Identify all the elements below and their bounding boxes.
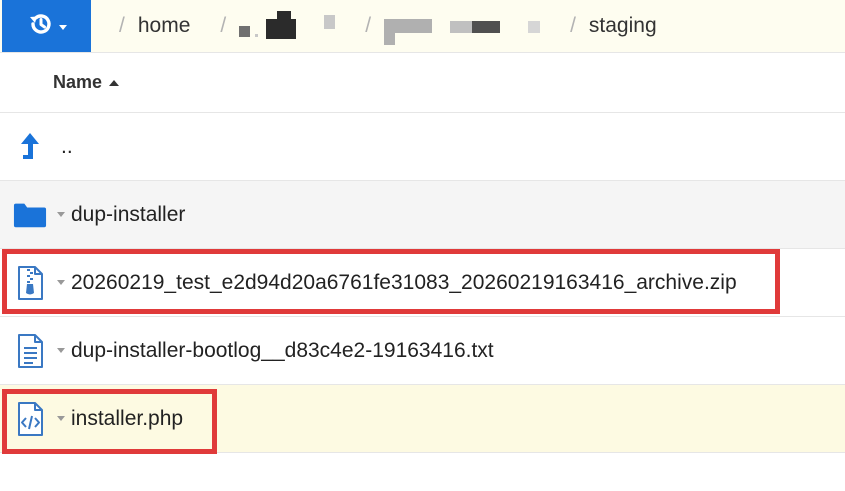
history-menu-button[interactable] bbox=[2, 0, 91, 52]
breadcrumb: / home / / / staging bbox=[91, 0, 657, 52]
breadcrumb-item-staging[interactable]: staging bbox=[589, 14, 657, 38]
list-item-folder[interactable]: dup-installer bbox=[0, 181, 845, 249]
list-item-zip-file[interactable]: 20260219_test_e2d94d20a6761fe31083_20260… bbox=[0, 249, 845, 317]
column-header-name[interactable]: Name bbox=[53, 72, 120, 93]
chevron-down-icon[interactable] bbox=[57, 416, 65, 421]
file-name: .. bbox=[61, 134, 73, 158]
breadcrumb-item-redacted[interactable] bbox=[384, 11, 541, 45]
chevron-down-icon[interactable] bbox=[57, 280, 65, 285]
breadcrumb-bar: / home / / / staging bbox=[0, 0, 845, 53]
breadcrumb-separator: / bbox=[220, 14, 227, 37]
breadcrumb-separator: / bbox=[365, 14, 372, 37]
history-icon bbox=[27, 10, 55, 43]
table-header: Name bbox=[0, 53, 845, 113]
code-file-icon bbox=[13, 401, 47, 436]
column-header-name-label: Name bbox=[53, 72, 103, 92]
chevron-down-icon[interactable] bbox=[57, 348, 65, 353]
file-name: dup-installer bbox=[71, 202, 186, 226]
file-name: 20260219_test_e2d94d20a6761fe31083_20260… bbox=[71, 270, 737, 294]
sort-ascending-icon bbox=[109, 79, 120, 86]
list-item-text-file[interactable]: dup-installer-bootlog__d83c4e2-19163416.… bbox=[0, 317, 845, 385]
folder-icon bbox=[13, 198, 47, 232]
file-name: installer.php bbox=[71, 406, 184, 430]
zip-file-icon bbox=[13, 265, 47, 300]
list-item-code-file[interactable]: installer.php bbox=[0, 385, 845, 453]
breadcrumb-separator: / bbox=[570, 14, 576, 37]
list-item-parent-directory[interactable]: .. bbox=[0, 113, 845, 181]
breadcrumb-separator: / bbox=[119, 14, 125, 37]
breadcrumb-item-home[interactable]: home bbox=[138, 14, 191, 38]
chevron-down-icon[interactable] bbox=[57, 212, 65, 217]
breadcrumb-item-redacted[interactable] bbox=[239, 11, 336, 41]
file-name: dup-installer-bootlog__d83c4e2-19163416.… bbox=[71, 338, 494, 362]
arrow-up-icon bbox=[13, 130, 47, 164]
chevron-down-icon bbox=[58, 24, 67, 30]
text-file-icon bbox=[13, 333, 47, 368]
